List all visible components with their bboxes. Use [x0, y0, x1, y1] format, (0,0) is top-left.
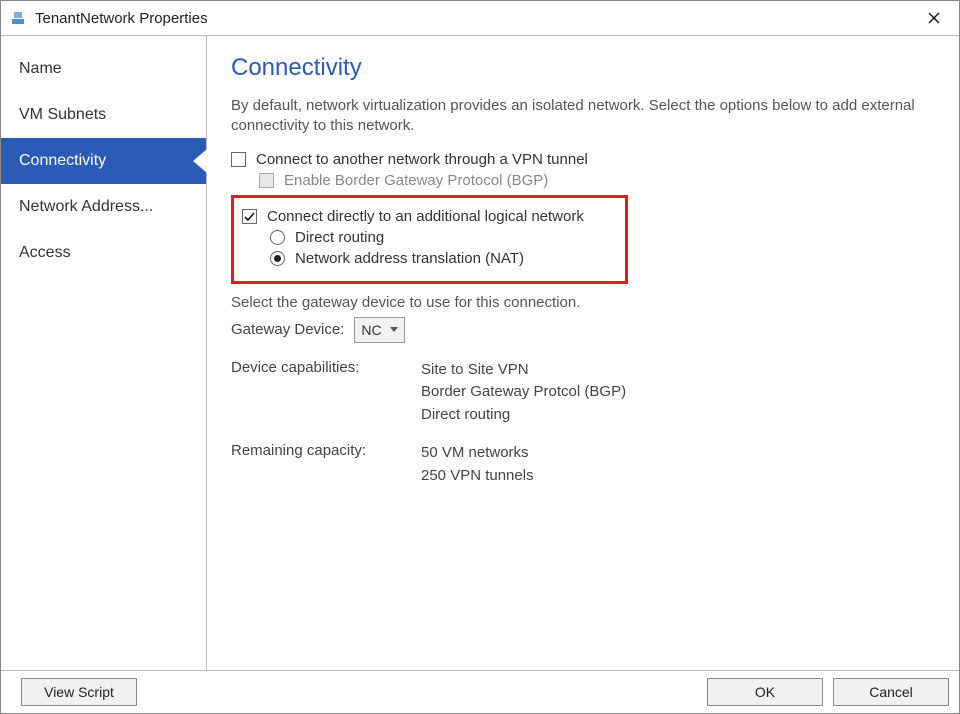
device-capabilities-values: Site to Site VPN Border Gateway Protcol … — [421, 359, 626, 427]
nat-radio[interactable] — [270, 251, 285, 266]
direct-routing-radio[interactable] — [270, 230, 285, 245]
device-capabilities-row: Device capabilities: Site to Site VPN Bo… — [231, 359, 935, 427]
vpn-checkbox[interactable] — [231, 152, 246, 167]
view-script-button[interactable]: View Script — [21, 678, 137, 706]
page-title: Connectivity — [231, 54, 935, 82]
gateway-device-value: NC — [361, 322, 381, 338]
sidebar: Name VM Subnets Connectivity Network Add… — [1, 36, 207, 670]
gateway-prompt: Select the gateway device to use for thi… — [231, 294, 935, 311]
direct-checkbox[interactable] — [242, 209, 257, 224]
gateway-row: Gateway Device: NC — [231, 317, 935, 343]
remaining-capacity-row: Remaining capacity: 50 VM networks 250 V… — [231, 442, 935, 487]
dialog-body: Name VM Subnets Connectivity Network Add… — [1, 36, 959, 670]
cap-value: Direct routing — [421, 404, 626, 427]
titlebar: TenantNetwork Properties — [1, 1, 959, 36]
remaining-capacity-values: 50 VM networks 250 VPN tunnels — [421, 442, 534, 487]
button-label: Cancel — [869, 684, 913, 700]
bgp-option-row: Enable Border Gateway Protocol (BGP) — [259, 172, 935, 189]
vpn-label: Connect to another network through a VPN… — [256, 151, 588, 168]
main-panel: Connectivity By default, network virtual… — [207, 36, 959, 670]
close-icon — [928, 12, 940, 24]
ok-button[interactable]: OK — [707, 678, 823, 706]
app-icon — [9, 9, 27, 27]
bgp-checkbox — [259, 173, 274, 188]
vpn-option-row: Connect to another network through a VPN… — [231, 151, 935, 168]
direct-routing-label: Direct routing — [295, 229, 384, 246]
sidebar-item-vm-subnets[interactable]: VM Subnets — [1, 92, 206, 138]
sidebar-item-label: VM Subnets — [19, 106, 106, 123]
sidebar-item-network-address[interactable]: Network Address... — [1, 184, 206, 230]
device-capabilities-label: Device capabilities: — [231, 359, 421, 427]
sidebar-item-label: Network Address... — [19, 198, 153, 215]
nat-label: Network address translation (NAT) — [295, 250, 524, 267]
chevron-down-icon — [390, 327, 398, 332]
nat-row: Network address translation (NAT) — [270, 250, 617, 267]
close-button[interactable] — [917, 1, 951, 35]
button-label: View Script — [44, 684, 114, 700]
intro-text: By default, network virtualization provi… — [231, 96, 935, 137]
direct-label: Connect directly to an additional logica… — [267, 208, 584, 225]
window-title: TenantNetwork Properties — [35, 10, 917, 27]
sidebar-item-access[interactable]: Access — [1, 230, 206, 276]
gateway-label: Gateway Device: — [231, 321, 344, 338]
remaining-value: 250 VPN tunnels — [421, 465, 534, 488]
footer: View Script OK Cancel — [1, 670, 959, 713]
remaining-value: 50 VM networks — [421, 442, 534, 465]
cap-value: Site to Site VPN — [421, 359, 626, 382]
sidebar-item-label: Access — [19, 244, 71, 261]
properties-dialog: TenantNetwork Properties Name VM Subnets… — [0, 0, 960, 714]
cancel-button[interactable]: Cancel — [833, 678, 949, 706]
sidebar-item-label: Connectivity — [19, 152, 106, 169]
cap-value: Border Gateway Protcol (BGP) — [421, 381, 626, 404]
sidebar-item-connectivity[interactable]: Connectivity — [1, 138, 206, 184]
check-icon — [244, 211, 255, 222]
sidebar-item-name[interactable]: Name — [1, 46, 206, 92]
remaining-capacity-label: Remaining capacity: — [231, 442, 421, 487]
direct-routing-row: Direct routing — [270, 229, 617, 246]
sidebar-item-label: Name — [19, 60, 62, 77]
button-label: OK — [755, 684, 775, 700]
bgp-label: Enable Border Gateway Protocol (BGP) — [284, 172, 548, 189]
direct-option-row: Connect directly to an additional logica… — [242, 208, 617, 225]
highlighted-group: Connect directly to an additional logica… — [231, 195, 628, 284]
gateway-device-select[interactable]: NC — [354, 317, 404, 343]
